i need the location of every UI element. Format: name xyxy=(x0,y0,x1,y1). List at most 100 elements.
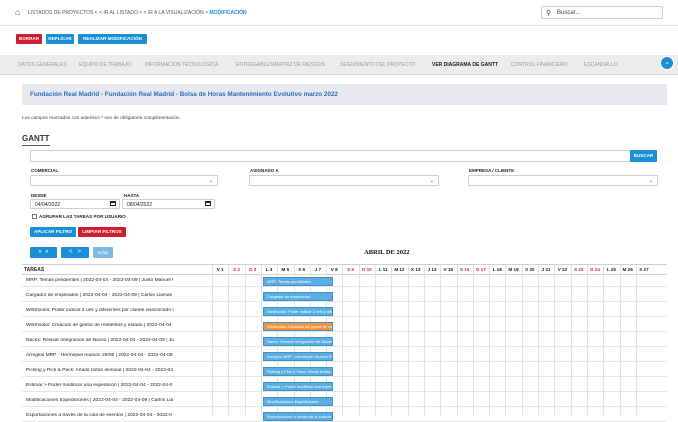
agrupar-checkbox[interactable] xyxy=(32,214,37,219)
day-column-header: V 15 xyxy=(443,267,454,272)
agrupar-label: AGRUPAR LAS TAREAS POR USUARIO xyxy=(39,214,126,219)
replicar-button[interactable]: REPLICAR xyxy=(46,34,74,44)
asignado-select[interactable]: ⌄ xyxy=(249,175,439,186)
day-column-header: L 4 xyxy=(265,267,273,272)
task-label: MRP: Temas pendientes | 2022-04-04 - 202… xyxy=(26,278,174,283)
gantt-nav-fast[interactable]: « » xyxy=(30,247,57,258)
gantt-bar[interactable]: Modificaciones Expediciones xyxy=(263,397,333,406)
gantt-bar[interactable]: Nacex: Revisar integración de Nacex xyxy=(263,337,333,346)
comercial-label: COMERCIAL xyxy=(31,168,59,173)
day-column-header: X 20 xyxy=(525,267,535,272)
task-label: Arreglos MRP - Hermepiel reunión 29/06 |… xyxy=(26,353,173,358)
table-row[interactable]: Nacex: Revisar integración de Nacex | 20… xyxy=(22,336,667,347)
fast-forward-icon[interactable]: » xyxy=(45,249,48,255)
day-column-header: D 17 xyxy=(476,267,486,272)
tasks-header: TAREAS xyxy=(24,267,45,273)
tab-diagrama-gantt[interactable]: VER DIAGRAMA DE GANTT xyxy=(432,62,498,68)
gantt-bar[interactable]: Exportaciones a través de la cola de eve xyxy=(263,412,333,421)
table-row[interactable]: Modificaciones Expediciones | 2022-04-04… xyxy=(22,396,667,407)
gantt-bar[interactable]: Picking y Pick & Pack: Añadir botón elim xyxy=(263,367,333,376)
today-button[interactable]: today xyxy=(93,247,113,258)
gantt-heading-underline xyxy=(22,145,50,146)
table-row[interactable]: Estimar > Poder modificar una expedición… xyxy=(22,381,667,392)
borrar-button[interactable]: BORRAR xyxy=(16,34,42,44)
next-icon[interactable]: > xyxy=(78,249,82,255)
task-label: Estimar > Poder modificar una expedición… xyxy=(26,383,173,388)
table-row[interactable]: MRP: Temas pendientes | 2022-04-04 - 202… xyxy=(22,276,667,287)
realizar-modificacion-button[interactable]: REALIZAR MODIFICACIÓN xyxy=(78,34,147,44)
day-column-header: V 22 xyxy=(557,267,568,272)
day-column-header: L 11 xyxy=(378,267,388,272)
day-column-header: D 10 xyxy=(361,267,372,272)
day-column-header: J 14 xyxy=(427,267,437,272)
breadcrumb-current: MODIFICACIÓN xyxy=(209,10,247,16)
gantt-search-input[interactable] xyxy=(30,150,630,162)
table-row[interactable]: Exportaciones a través de la cola de eve… xyxy=(22,411,667,422)
day-column-header: M 12 xyxy=(394,267,405,272)
tab-datos-generales[interactable]: DATOS GENERALES xyxy=(18,62,67,68)
chevron-down-icon: ⌄ xyxy=(648,178,653,184)
day-column-header: X 13 xyxy=(411,267,421,272)
limpiar-filtros-button[interactable]: LIMPIAR FILTROS xyxy=(78,227,126,237)
gantt-heading: GANTT xyxy=(22,134,50,143)
prev-icon[interactable]: < xyxy=(69,249,73,255)
day-column-header: V 1 xyxy=(216,267,224,272)
hasta-date-input[interactable]: 08/04/2022 xyxy=(122,199,215,209)
gantt-month-title: ABRIL DE 2022 xyxy=(364,249,410,256)
day-column-header: S 16 xyxy=(459,267,470,272)
breadcrumb-trail[interactable]: LISTADOS DE PROYECTOS < < IR AL LISTADO … xyxy=(28,10,208,16)
project-title: Fundación Real Madrid - Fundación Real M… xyxy=(30,91,338,98)
calendar-icon xyxy=(110,201,116,206)
tab-seguimiento[interactable]: SEGUIMIENTO DEL PROYECTO xyxy=(340,62,415,68)
top-bar: ⌂ LISTADOS DE PROYECTOS < < IR AL LISTAD… xyxy=(0,0,678,26)
hasta-value: 08/04/2022 xyxy=(127,202,153,208)
day-column-header: X 6 xyxy=(298,267,306,272)
day-column-header: M 26 xyxy=(622,267,633,272)
table-row[interactable]: Picking y Pick & Pack: Añadir botón elim… xyxy=(22,366,667,377)
project-header: Fundación Real Madrid - Fundación Real M… xyxy=(22,84,667,105)
desde-value: 04/04/2022 xyxy=(35,202,61,208)
gantt-bar[interactable]: Estimar > Poder modificar una expedició xyxy=(263,382,333,391)
task-label: Cargador de empleados | 2022-04-04 - 202… xyxy=(26,293,173,298)
day-column-header: L 25 xyxy=(606,267,616,272)
gantt-nav-step[interactable]: < > xyxy=(61,247,89,258)
breadcrumb[interactable]: LISTADOS DE PROYECTOS < < IR AL LISTADO … xyxy=(28,10,247,16)
first-icon[interactable]: « xyxy=(38,249,41,255)
day-column-header: S 2 xyxy=(232,267,240,272)
search-placeholder: Buscar... xyxy=(557,10,581,16)
tab-escandallo[interactable]: ESCANDALLO xyxy=(584,62,618,68)
empresa-label: EMPRESA / CLIENTE xyxy=(469,168,515,173)
table-row[interactable]: Cargador de empleados | 2022-04-04 - 202… xyxy=(22,291,667,302)
comercial-select[interactable]: ⌄ xyxy=(30,175,218,186)
day-column-header: D 3 xyxy=(249,267,257,272)
task-label: Picking y Pick & Pack: Añadir botón elim… xyxy=(26,368,173,373)
gantt-bar[interactable]: Webhooks: Creación de gestor de reinte xyxy=(263,322,333,331)
buscar-button[interactable]: BUSCAR xyxy=(630,150,657,162)
chevron-down-icon: ⌄ xyxy=(429,178,434,184)
task-label: Webhooks: Poder indicar 2 urls y diferen… xyxy=(26,308,174,313)
gantt-bar[interactable]: MRP: Temas pendientes xyxy=(263,277,333,286)
gantt-bar[interactable]: Cargador de empleados xyxy=(263,292,333,301)
chevron-down-icon[interactable]: ⌄ xyxy=(660,56,674,70)
day-column-header: S 9 xyxy=(347,267,354,272)
tab-informacion-tecnologica[interactable]: INFORMACIÓN TECNOLÓGICA xyxy=(145,62,218,68)
tab-control-financiero[interactable]: CONTROL FINANCIERO xyxy=(511,62,567,68)
table-row[interactable]: Webhooks: Creación de gestor de reintent… xyxy=(22,321,667,332)
empresa-select[interactable]: ⌄ xyxy=(468,175,658,186)
tab-equipo-de-trabajo[interactable]: EQUIPO DE TRABAJO xyxy=(79,62,131,68)
search-input[interactable]: ⚲ Buscar... xyxy=(541,6,663,19)
day-column-header: M 19 xyxy=(508,267,519,272)
search-icon: ⚲ xyxy=(546,10,552,17)
day-column-header: J 7 xyxy=(314,267,322,272)
desde-date-input[interactable]: 04/04/2022 xyxy=(30,199,120,209)
gantt-bar[interactable]: Webhooks: Poder indicar 2 urls y diferen xyxy=(263,307,333,316)
required-note: Los campos marcados con asterisco * son … xyxy=(22,116,181,121)
gantt-bar[interactable]: Arreglos MRP - Hermepiel reunión 29/06 xyxy=(263,352,333,361)
task-label: Modificaciones Expediciones | 2022-04-04… xyxy=(26,398,174,403)
table-row[interactable]: Arreglos MRP - Hermepiel reunión 29/06 |… xyxy=(22,351,667,362)
home-icon[interactable]: ⌂ xyxy=(15,8,24,17)
tab-entregables[interactable]: ENTREGABLES/MATRIZ DE RIESGOS xyxy=(236,62,325,68)
asignado-label: ASIGNADO A xyxy=(250,168,279,173)
aplicar-filtro-button[interactable]: APLICAR FILTRO xyxy=(30,227,76,237)
table-row[interactable]: Webhooks: Poder indicar 2 urls y diferen… xyxy=(22,306,667,317)
